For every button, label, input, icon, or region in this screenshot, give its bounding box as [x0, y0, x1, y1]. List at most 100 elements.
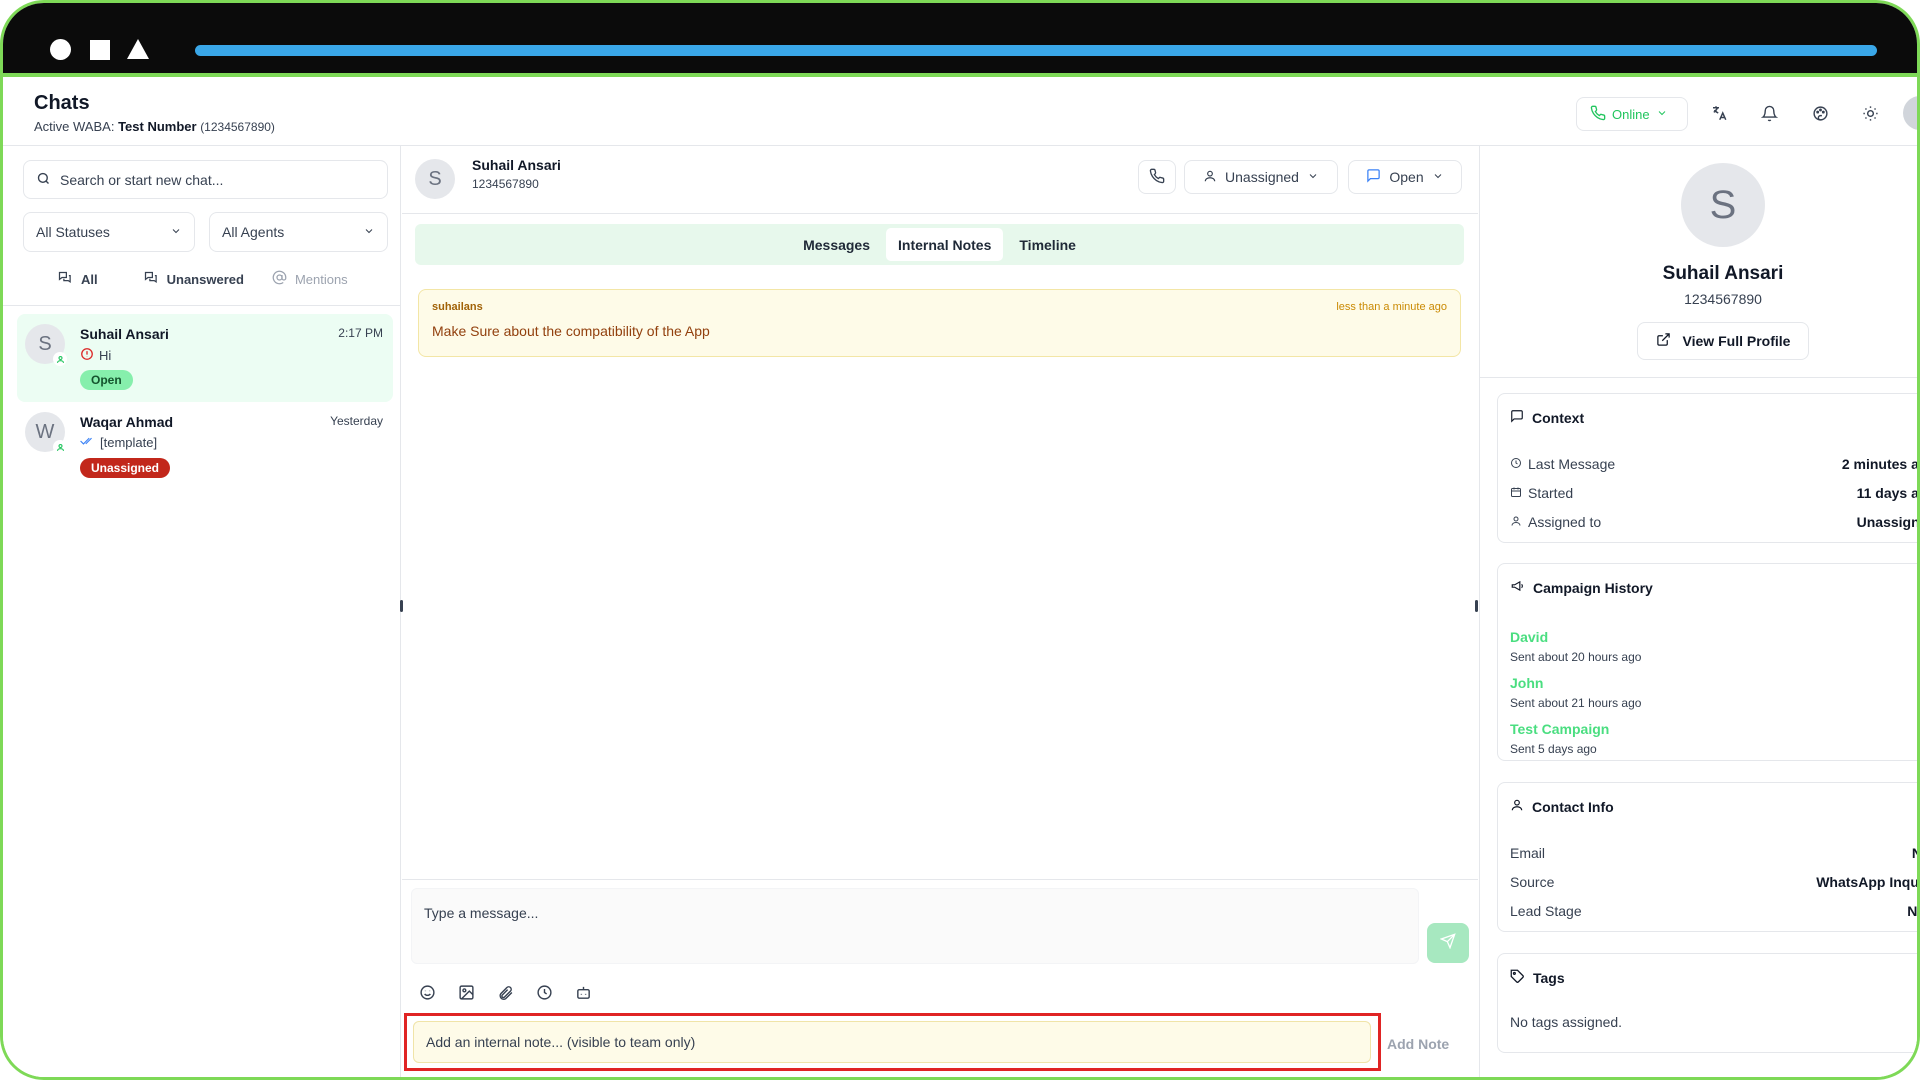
view-full-profile-button[interactable]: View Full Profile	[1637, 322, 1809, 360]
agent-filter-value: All Agents	[222, 224, 285, 240]
campaign-history-card: Campaign History David Sent about 20 hou…	[1497, 563, 1917, 761]
collapse-left-handle[interactable]	[400, 600, 403, 612]
chat-preview: Hi	[80, 347, 111, 364]
search-icon	[36, 171, 51, 189]
campaign-link[interactable]: David	[1510, 629, 1548, 645]
bot-icon[interactable]	[573, 982, 593, 1002]
translate-icon[interactable]	[1704, 98, 1734, 128]
contact-info-label: Email	[1510, 845, 1546, 861]
card-title: Tags	[1510, 969, 1565, 987]
call-button[interactable]	[1138, 160, 1176, 194]
phone-icon	[1590, 105, 1606, 124]
card-title: Contact Info	[1510, 798, 1614, 815]
window-top-bar	[3, 3, 1917, 77]
contact-info-value: New	[1907, 903, 1918, 919]
filter-mentions[interactable]: Mentions	[272, 270, 348, 288]
no-tags-text: No tags assigned.	[1510, 1014, 1623, 1030]
chat-contact-name: Waqar Ahmad	[80, 414, 174, 430]
emoji-icon[interactable]	[417, 982, 437, 1002]
waba-label: Active WABA:	[34, 119, 115, 134]
internal-note-input[interactable]: Add an internal note... (visible to team…	[413, 1021, 1371, 1063]
contact-info-row: Source WhatsApp Inquiry	[1510, 874, 1917, 890]
chat-bubbles-icon	[56, 270, 73, 288]
status-filter-select[interactable]: All Statuses	[23, 212, 195, 252]
filter-label: Mentions	[294, 271, 348, 287]
campaign-link[interactable]: John	[1510, 675, 1543, 691]
user-avatar[interactable]	[1903, 96, 1917, 130]
tab-messages[interactable]: Messages	[791, 228, 882, 261]
tags-card: Tags No tags assigned.	[1497, 953, 1917, 1053]
paperclip-icon[interactable]	[495, 982, 515, 1002]
chat-list-sidebar: Search or start new chat... All Statuses…	[3, 146, 401, 1077]
clock-icon	[1510, 456, 1522, 472]
chat-filter-tabs: All Unanswered Mentions	[23, 264, 388, 294]
agent-filter-select[interactable]: All Agents	[209, 212, 388, 252]
card-title: Campaign History	[1510, 579, 1653, 596]
chat-tabs: Messages Internal Notes Timeline	[415, 224, 1464, 265]
waba-number: (1234567890)	[200, 120, 275, 134]
alert-circle-icon	[80, 347, 94, 364]
chevron-down-icon	[363, 224, 375, 240]
card-title-label: Contact Info	[1532, 798, 1614, 815]
bell-icon[interactable]	[1754, 98, 1784, 128]
search-placeholder: Search or start new chat...	[60, 171, 224, 188]
chat-list-item[interactable]: S Suhail Ansari 2:17 PM Hi Open	[17, 314, 393, 402]
user-icon	[1510, 514, 1522, 530]
chat-list-item[interactable]: W Waqar Ahmad Yesterday [template] Unass…	[17, 402, 393, 490]
campaign-sent-time: Sent about 20 hours ago	[1510, 650, 1642, 664]
context-value: Unassigned	[1856, 514, 1920, 530]
context-row: Assigned to Unassigned	[1510, 514, 1920, 530]
search-input[interactable]: Search or start new chat...	[23, 160, 388, 199]
page-title: Chats	[34, 92, 90, 114]
assign-agent-dropdown[interactable]: Unassigned	[1184, 160, 1338, 194]
clock-icon[interactable]	[534, 982, 554, 1002]
chat-contact-phone: 1234567890	[472, 177, 539, 191]
message-square-icon	[1510, 409, 1524, 426]
device-frame: Chats Active WABA: Test Number (12345678…	[0, 0, 1920, 1080]
add-note-button[interactable]: Add Note	[1387, 1036, 1449, 1052]
external-link-icon	[1656, 332, 1671, 350]
waba-name: Test Number	[118, 119, 197, 134]
campaign-link[interactable]: Test Campaign	[1510, 721, 1609, 737]
contact-info-label: Lead Stage	[1510, 903, 1582, 919]
calendar-icon	[1510, 485, 1522, 501]
filter-unanswered[interactable]: Unanswered	[142, 270, 244, 288]
assigned-user-icon	[53, 440, 67, 454]
avatar: S	[1681, 163, 1765, 247]
tab-timeline[interactable]: Timeline	[1007, 228, 1088, 261]
at-sign-icon	[272, 270, 287, 288]
context-label: Started	[1528, 485, 1574, 501]
note-author: suhailans	[432, 301, 483, 313]
send-button[interactable]	[1427, 923, 1469, 963]
send-icon	[1439, 932, 1456, 954]
online-status-dropdown[interactable]: Online	[1576, 97, 1688, 131]
active-waba-line: Active WABA: Test Number (1234567890)	[34, 119, 275, 134]
online-status-label: Online	[1612, 106, 1650, 122]
assigned-user-icon	[53, 352, 67, 366]
contact-info-value: N/A	[1912, 845, 1917, 861]
palette-icon[interactable]	[1805, 98, 1835, 128]
filter-all[interactable]: All	[56, 270, 98, 288]
chat-bubbles-icon	[142, 270, 159, 288]
chat-preview: [template]	[80, 435, 157, 450]
contact-info-label: Source	[1510, 874, 1555, 890]
note-time: less than a minute ago	[1336, 301, 1447, 313]
conversation-status-dropdown[interactable]: Open	[1348, 160, 1462, 194]
contact-info-row: Lead Stage New	[1510, 903, 1918, 919]
chat-time: Yesterday	[330, 414, 383, 428]
context-label: Last Message	[1528, 456, 1616, 472]
message-input[interactable]: Type a message...	[411, 888, 1419, 964]
tab-internal-notes[interactable]: Internal Notes	[886, 228, 1004, 261]
sun-icon[interactable]	[1855, 98, 1885, 128]
divider	[3, 305, 401, 306]
image-icon[interactable]	[456, 982, 476, 1002]
context-row: Started 11 days ago	[1510, 485, 1917, 501]
chat-preview-text: [template]	[100, 435, 158, 450]
app-header: Chats Active WABA: Test Number (12345678…	[3, 81, 1917, 146]
campaign-sent-time: Sent about 21 hours ago	[1510, 696, 1642, 710]
chat-contact-name: Suhail Ansari	[472, 157, 561, 173]
square-shape-icon	[90, 40, 110, 60]
collapse-right-handle[interactable]	[1475, 600, 1478, 612]
card-title-label: Tags	[1533, 970, 1565, 986]
context-key: Started	[1510, 485, 1573, 501]
